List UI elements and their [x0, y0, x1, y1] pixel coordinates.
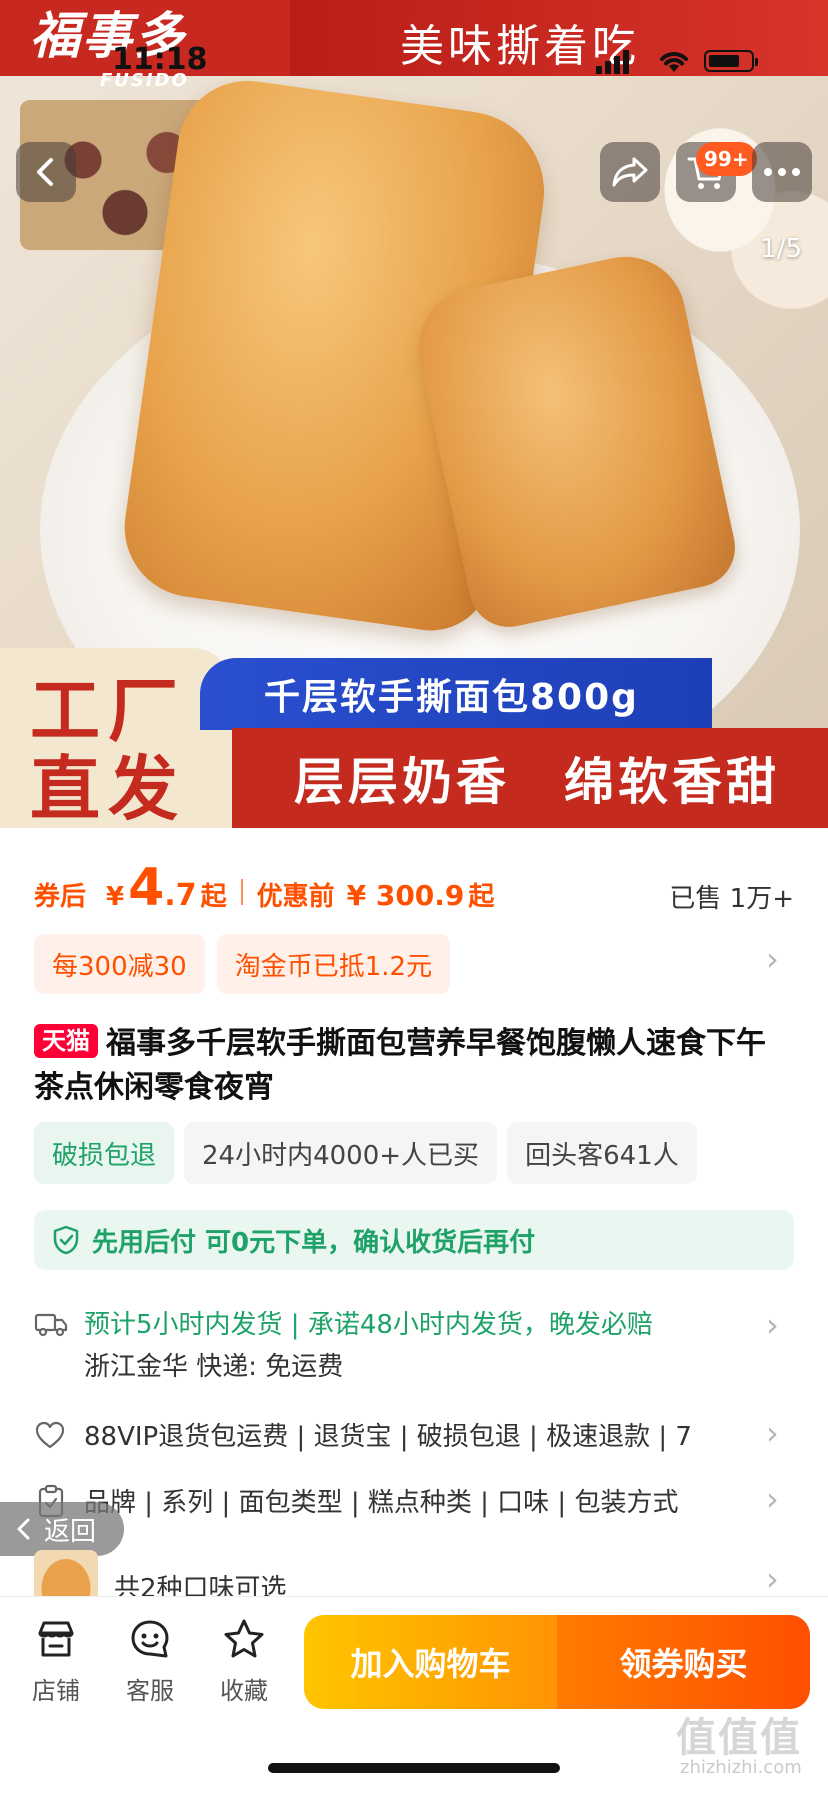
tmall-badge: 天猫	[34, 1024, 98, 1058]
shipping-row[interactable]: 预计5小时内发货 | 承诺48小时内发货，晚发必赔 浙江金华 快递: 免运费	[34, 1298, 794, 1398]
heart-icon	[35, 1421, 65, 1449]
share-icon	[612, 157, 648, 187]
store-label: 店铺	[32, 1677, 80, 1705]
feature-band: 层层奶香 绵软香甜	[232, 728, 828, 828]
original-price-suffix: 起	[468, 882, 495, 912]
store-tab[interactable]: 店铺	[16, 1617, 96, 1717]
recent-buyers-badge: 24小时内4000+人已买	[184, 1122, 498, 1184]
battery-icon	[704, 50, 758, 72]
product-attributes-text: 品牌 | 系列 | 面包类型 | 糕点种类 | 口味 | 包装方式	[84, 1488, 679, 1518]
add-to-cart-button[interactable]: 加入购物车	[304, 1615, 557, 1709]
signal-icon	[605, 61, 611, 74]
price-suffix: 起	[200, 882, 227, 912]
image-page-indicator: 1/5	[760, 234, 802, 264]
store-icon	[38, 1621, 74, 1657]
badge-row: 破损包退 24小时内4000+人已买 回头客641人	[34, 1122, 794, 1184]
chevron-left-icon	[37, 158, 53, 186]
watermark-url: zhizhizhi.com	[680, 1757, 802, 1778]
bottom-action-bar: 店铺 客服 收藏 加入购物车 领券购买 值值值 zhizhizhi.com	[0, 1596, 828, 1796]
favorite-label: 收藏	[220, 1677, 268, 1705]
promo-tag[interactable]: 淘金币已抵1.2元	[216, 934, 451, 994]
price-decimal: .7	[164, 878, 197, 913]
watermark-logo: 值值值	[676, 1715, 802, 1761]
back-button[interactable]	[16, 142, 76, 202]
chevron-right-icon[interactable]: ›	[766, 940, 779, 978]
shipping-estimate: 预计5小时内发货 | 承诺48小时内发货，晚发必赔	[84, 1310, 653, 1340]
currency-symbol: ¥	[106, 882, 125, 912]
promo-tag[interactable]: 每300减30	[34, 934, 205, 994]
chevron-left-icon	[17, 1518, 30, 1540]
back-floating-button[interactable]: 返回	[0, 1502, 124, 1556]
buy-with-coupon-button[interactable]: 领券购买	[557, 1615, 810, 1709]
sold-count: 已售 1万+	[669, 884, 794, 914]
customer-service-label: 客服	[126, 1677, 174, 1705]
product-image-carousel[interactable]: 福事多 FUSIDO 美味撕着吃 11:18 99+ 1/5 工厂直发 千层软手…	[0, 0, 828, 828]
original-price-label: 优惠前	[256, 882, 335, 912]
more-dots-icon	[764, 168, 800, 176]
service-guarantee-row[interactable]: 88VIP退货包运费 | 退货宝 | 破损包退 | 极速退款 | 7	[34, 1412, 794, 1460]
more-button[interactable]	[752, 142, 812, 202]
product-attributes-row[interactable]: 品牌 | 系列 | 面包类型 | 糕点种类 | 口味 | 包装方式	[34, 1478, 794, 1526]
chevron-right-icon[interactable]: ›	[766, 1560, 779, 1598]
divider	[240, 879, 243, 905]
wifi-icon	[660, 52, 688, 72]
truck-icon	[34, 1313, 68, 1337]
back-label: 返回	[44, 1516, 97, 1547]
shipping-origin: 浙江金华 快递: 免运费	[84, 1352, 344, 1382]
factory-direct-text: 工厂直发	[30, 670, 186, 828]
status-time: 11:18	[112, 42, 208, 77]
chevron-right-icon[interactable]: ›	[766, 1306, 779, 1344]
service-guarantee-text: 88VIP退货包运费 | 退货宝 | 破损包退 | 极速退款 | 7	[84, 1422, 692, 1452]
signal-icon	[614, 56, 620, 74]
eggs-decoration	[648, 110, 828, 310]
chevron-right-icon[interactable]: ›	[766, 1414, 779, 1452]
signal-icon	[596, 66, 602, 74]
purchase-button-group: 加入购物车 领券购买	[304, 1615, 810, 1709]
original-price: ¥ 300.9	[346, 879, 465, 912]
price-integer: 4	[128, 858, 165, 918]
product-title-text: 福事多千层软手撕面包营养早餐饱腹懒人速食下午茶点休闲零食夜宵	[34, 1026, 766, 1105]
pay-later-bar[interactable]: 先用后付 可0元下单，确认收货后再付	[34, 1210, 794, 1270]
cart-count-badge: 99+	[696, 142, 757, 176]
star-icon	[224, 1619, 264, 1658]
damage-refund-badge: 破损包退	[34, 1122, 175, 1184]
product-title: 天猫 福事多千层软手撕面包营养早餐饱腹懒人速食下午茶点休闲零食夜宵	[34, 1022, 794, 1110]
customer-service-icon	[131, 1620, 169, 1658]
share-button[interactable]	[600, 142, 660, 202]
status-icons	[596, 48, 766, 74]
repeat-customers-badge: 回头客641人	[507, 1122, 697, 1184]
product-spec-chip: 千层软手撕面包800g	[200, 658, 712, 730]
price-prefix: 券后	[34, 882, 87, 912]
customer-service-tab[interactable]: 客服	[110, 1617, 190, 1717]
favorite-tab[interactable]: 收藏	[204, 1617, 284, 1717]
home-indicator[interactable]	[268, 1763, 560, 1773]
chevron-right-icon[interactable]: ›	[766, 1480, 779, 1518]
pay-later-text: 先用后付 可0元下单，确认收货后再付	[92, 1227, 536, 1258]
promo-row[interactable]: 每300减30 淘金币已抵1.2元	[34, 934, 794, 994]
signal-icon	[623, 50, 629, 74]
shield-check-icon	[53, 1225, 79, 1255]
